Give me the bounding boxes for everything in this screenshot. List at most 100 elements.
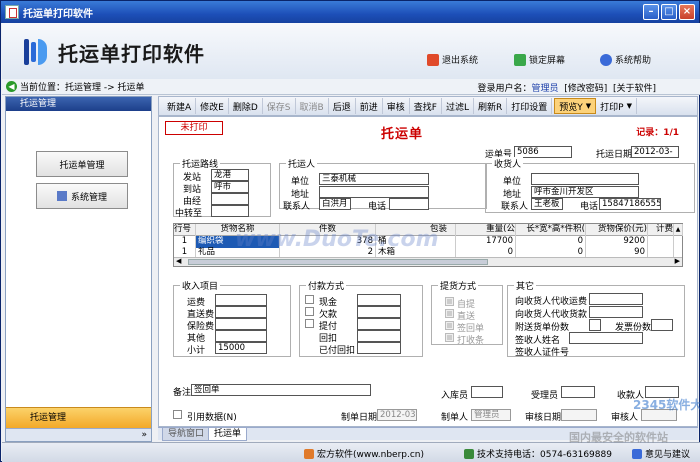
- direct-fee-input[interactable]: [215, 306, 267, 318]
- app-title: 托运单打印软件: [58, 42, 205, 66]
- phone-icon: [464, 448, 474, 459]
- horizontal-scrollbar[interactable]: ◀ ▶: [174, 257, 682, 266]
- scroll-up-icon[interactable]: ▲: [674, 224, 683, 236]
- chevron-down-icon: ▼: [626, 102, 632, 110]
- owed-input[interactable]: [357, 306, 401, 318]
- deliver-checkbox[interactable]: [445, 309, 454, 318]
- ref-data-checkbox[interactable]: [173, 410, 182, 419]
- date-input[interactable]: 2012-03-: [631, 146, 679, 158]
- transit-label: 中转至: [175, 209, 203, 219]
- login-label: 登录用户名：: [477, 84, 532, 94]
- tab-waybill[interactable]: 托运单: [208, 428, 248, 441]
- consignee-unit-input[interactable]: [531, 173, 639, 185]
- owed-checkbox[interactable]: [305, 307, 314, 316]
- status-bar: 宏方软件(www.nberp.cn) 技术支持电话：0574-63169889 …: [2, 442, 700, 462]
- from-station-input[interactable]: 龙港: [211, 169, 249, 181]
- column-header[interactable]: 计费: [648, 224, 674, 236]
- consignee-phone-label: 电话: [580, 202, 599, 212]
- lock-screen-button[interactable]: 锁定屏幕: [514, 53, 565, 66]
- scroll-left-icon[interactable]: ◀: [176, 257, 181, 265]
- insurance-input[interactable]: [215, 318, 267, 330]
- shipper-phone-input[interactable]: [389, 198, 429, 210]
- shipper-unit-label: 单位: [291, 177, 310, 187]
- edit-button[interactable]: 修改E: [196, 98, 229, 114]
- via-input[interactable]: [211, 193, 249, 205]
- cash-checkbox[interactable]: [305, 295, 314, 304]
- new-button[interactable]: 新建A: [163, 98, 197, 114]
- waybill-manage-button[interactable]: 托运单管理: [36, 151, 128, 177]
- subtotal-input[interactable]: 15000: [215, 342, 267, 354]
- filter-button[interactable]: 过滤L: [442, 98, 474, 114]
- consignee-addr-input[interactable]: 呼市金川开发区: [531, 186, 639, 198]
- print-button[interactable]: 打印P ▼: [596, 98, 637, 114]
- column-header[interactable]: 长*宽*高*件积(: [516, 224, 586, 236]
- shipper-unit-input[interactable]: 三泰机械: [319, 173, 429, 185]
- paid-return-input[interactable]: [357, 342, 401, 354]
- corner-watermark: 2345软件大全: [633, 398, 700, 412]
- system-manage-button[interactable]: 系统管理: [36, 183, 128, 209]
- column-header[interactable]: 重量(公: [456, 224, 516, 236]
- shipper-addr-input[interactable]: [319, 186, 429, 198]
- cash-input[interactable]: [357, 294, 401, 306]
- feedback-link[interactable]: 意见与建议: [632, 447, 690, 460]
- other-fee-input[interactable]: [215, 330, 267, 342]
- waybill-form: 未打印 托运单 记录：1/1 运单号 5086 托运日期 2012-03- 托运…: [158, 116, 698, 427]
- transit-input[interactable]: [211, 205, 249, 217]
- back-arrow-icon[interactable]: ◀: [6, 81, 17, 92]
- audit-date-input[interactable]: [561, 409, 597, 421]
- sign-name-input[interactable]: [569, 332, 643, 344]
- preview-button[interactable]: 预览Y ▼: [554, 98, 597, 114]
- made-date-input[interactable]: 2012-03: [377, 409, 417, 421]
- maximize-button[interactable]: □: [661, 4, 677, 20]
- other-legend: 其它: [514, 279, 537, 292]
- maker-input[interactable]: 管理员: [471, 409, 511, 421]
- return-input[interactable]: [357, 330, 401, 342]
- consignee-legend: 收货人: [492, 157, 524, 170]
- collect-freight-input[interactable]: [589, 293, 643, 305]
- consignee-phone-input[interactable]: 15847186555: [599, 198, 661, 210]
- to-station-input[interactable]: 呼市: [211, 181, 249, 193]
- scroll-thumb[interactable]: [188, 259, 488, 265]
- save-button[interactable]: 保存S: [263, 98, 296, 114]
- collect-checkbox[interactable]: [445, 333, 454, 342]
- refresh-button[interactable]: 刷新R: [474, 98, 508, 114]
- print-setup-button[interactable]: 打印设置: [507, 98, 553, 114]
- freight-input[interactable]: [215, 294, 267, 306]
- warehouse-input[interactable]: [471, 386, 503, 398]
- change-password-link[interactable]: [修改密码]: [564, 84, 607, 94]
- income-legend: 收入项目: [180, 279, 221, 292]
- handler-label: 受理员: [531, 391, 559, 401]
- handler-input[interactable]: [561, 386, 595, 398]
- collect-goods-input[interactable]: [589, 306, 643, 318]
- note-input[interactable]: 签回单: [191, 384, 371, 396]
- pickup-pay-checkbox[interactable]: [305, 319, 314, 328]
- column-header[interactable]: 行号: [174, 224, 196, 236]
- sidebar-footer-tab[interactable]: 托运管理: [6, 407, 151, 428]
- next-button[interactable]: 前进: [356, 98, 383, 114]
- find-button[interactable]: 查找F: [410, 98, 442, 114]
- close-button[interactable]: ×: [679, 4, 695, 20]
- sidebar-expand-chevron[interactable]: »: [6, 428, 151, 441]
- delete-button[interactable]: 删除D: [229, 98, 263, 114]
- prev-button[interactable]: 后退: [329, 98, 356, 114]
- shipper-contact-input[interactable]: 白洪月: [319, 198, 351, 210]
- column-header[interactable]: 货物保价(元): [586, 224, 648, 236]
- attach-count-input[interactable]: [589, 319, 601, 331]
- help-button[interactable]: 系统帮助: [600, 53, 651, 66]
- pickup-pay-input[interactable]: [357, 318, 401, 330]
- about-link[interactable]: [关于软件]: [613, 84, 656, 94]
- exit-button[interactable]: 退出系统: [427, 53, 478, 66]
- invoice-count-input[interactable]: [651, 319, 673, 331]
- window-title: 托运单打印软件: [23, 8, 93, 20]
- scroll-right-icon[interactable]: ▶: [675, 257, 680, 265]
- user-name: 管理员: [531, 84, 559, 94]
- minimize-button[interactable]: –: [643, 4, 659, 20]
- cancel-button[interactable]: 取消B: [296, 98, 329, 114]
- consignee-contact-input[interactable]: 王老板: [531, 198, 563, 210]
- tab-navigation[interactable]: 导航窗口: [162, 428, 211, 441]
- ref-data-label: 引用数据(N): [187, 413, 237, 423]
- self-pickup-checkbox[interactable]: [445, 297, 454, 306]
- title-bar[interactable]: 托运单打印软件 – □ ×: [1, 1, 699, 23]
- audit-button[interactable]: 审核: [383, 98, 410, 114]
- receipt-checkbox[interactable]: [445, 321, 454, 330]
